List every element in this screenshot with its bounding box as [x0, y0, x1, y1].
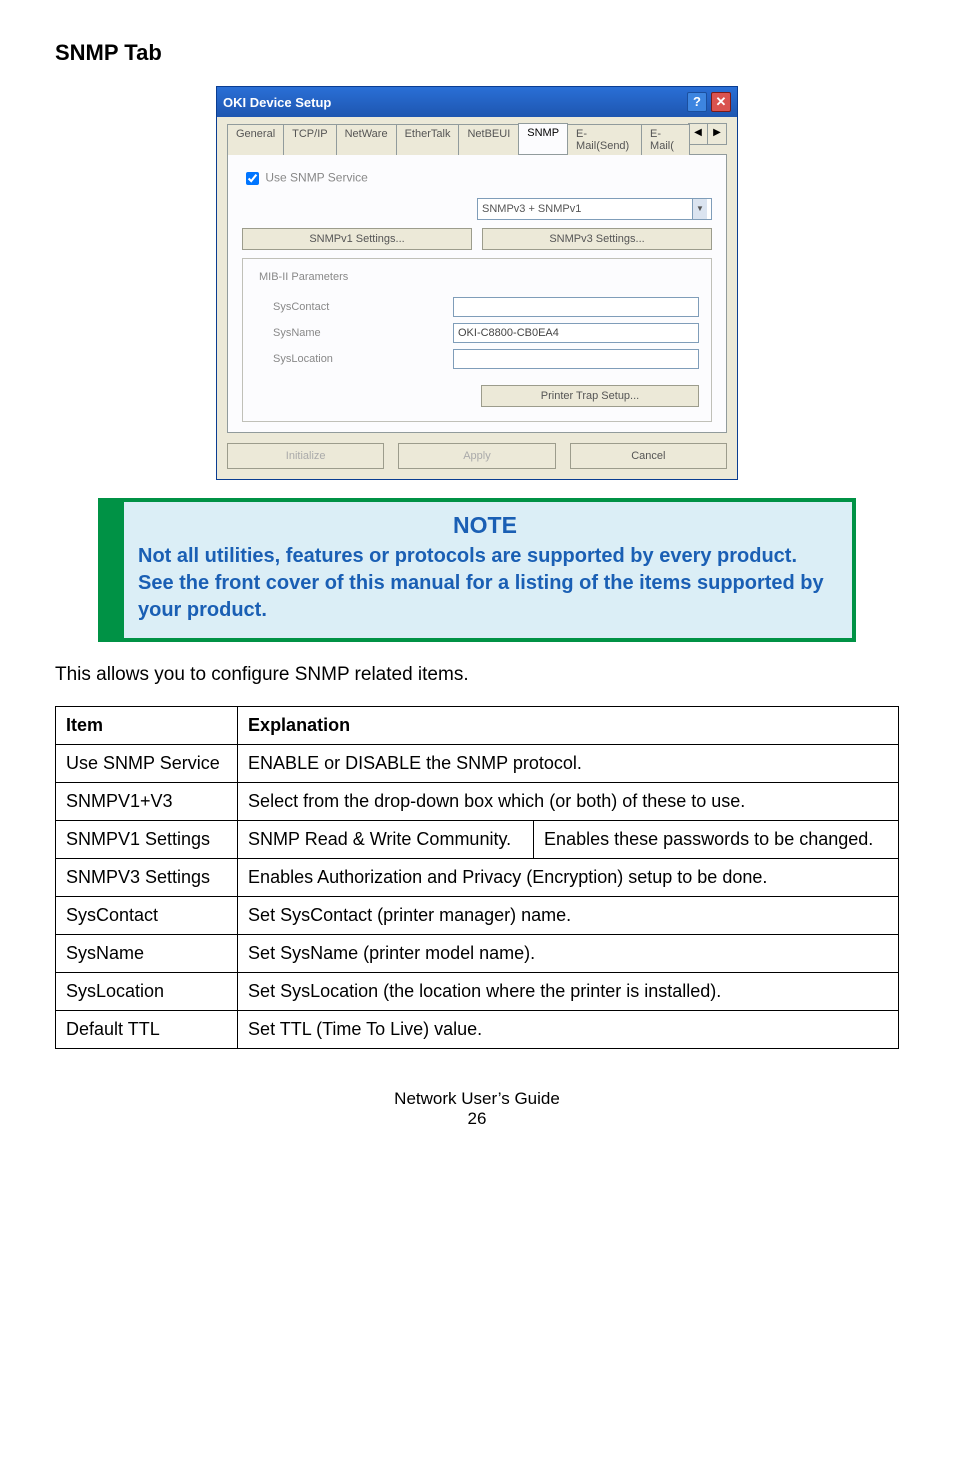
tab-scroll-left[interactable]: ◀: [688, 123, 708, 145]
cell-expl: Enables Authorization and Privacy (Encry…: [238, 859, 899, 897]
dialog-container: OKI Device Setup ? ✕ General TCP/IP NetW…: [55, 86, 899, 480]
table-row: SNMPV3 Settings Enables Authorization an…: [56, 859, 899, 897]
snmp-version-value: SNMPv3 + SNMPv1: [482, 199, 581, 219]
table-row: Default TTL Set TTL (Time To Live) value…: [56, 1011, 899, 1049]
tab-netbeui[interactable]: NetBEUI: [458, 124, 519, 155]
cell-item: SNMPV1+V3: [56, 783, 238, 821]
tab-email-send[interactable]: E-Mail(Send): [567, 124, 642, 155]
tab-general[interactable]: General: [227, 124, 284, 155]
tab-tcpip[interactable]: TCP/IP: [283, 124, 336, 155]
initialize-button[interactable]: Initialize: [227, 443, 384, 469]
oki-device-setup-dialog: OKI Device Setup ? ✕ General TCP/IP NetW…: [216, 86, 738, 480]
note-box: NOTE Not all utilities, features or prot…: [98, 498, 856, 642]
cell-item: SysName: [56, 935, 238, 973]
use-snmp-label: Use SNMP Service: [265, 171, 367, 185]
tab-email-partial[interactable]: E-Mail(: [641, 124, 690, 155]
table-row: Use SNMP Service ENABLE or DISABLE the S…: [56, 745, 899, 783]
close-button[interactable]: ✕: [711, 92, 731, 112]
page-footer: Network User’s Guide 26: [55, 1089, 899, 1129]
table-row: SNMPV1 Settings SNMP Read & Write Commun…: [56, 821, 899, 859]
cancel-button[interactable]: Cancel: [570, 443, 727, 469]
footer-guide: Network User’s Guide: [55, 1089, 899, 1109]
syscontact-label: SysContact: [255, 301, 453, 313]
chevron-down-icon: ▼: [692, 199, 707, 219]
sysname-input[interactable]: OKI-C8800-CB0EA4: [453, 323, 699, 343]
syscontact-input[interactable]: [453, 297, 699, 317]
help-button[interactable]: ?: [687, 92, 707, 112]
snmpv3-settings-button[interactable]: SNMPv3 Settings...: [482, 228, 712, 250]
cell-item: SNMPV1 Settings: [56, 821, 238, 859]
syslocation-input[interactable]: [453, 349, 699, 369]
use-snmp-row: Use SNMP Service: [242, 169, 712, 188]
cell-sub: SNMP Read & Write Community.: [238, 821, 534, 859]
table-row: SysName Set SysName (printer model name)…: [56, 935, 899, 973]
snmp-items-table: Item Explanation Use SNMP Service ENABLE…: [55, 706, 899, 1049]
cell-expl: Set SysName (printer model name).: [238, 935, 899, 973]
snmp-version-select[interactable]: SNMPv3 + SNMPv1 ▼: [477, 198, 712, 220]
cell-item: SysContact: [56, 897, 238, 935]
window-buttons: ? ✕: [687, 92, 731, 112]
mib2-fieldset: MIB-II Parameters SysContact SysName OKI…: [242, 258, 712, 422]
snmpv1-settings-button[interactable]: SNMPv1 Settings...: [242, 228, 472, 250]
cell-item: Use SNMP Service: [56, 745, 238, 783]
dialog-title: OKI Device Setup: [223, 95, 331, 110]
th-item: Item: [56, 707, 238, 745]
note-title: NOTE: [138, 512, 832, 539]
use-snmp-checkbox[interactable]: [246, 172, 259, 185]
table-row: SysContact Set SysContact (printer manag…: [56, 897, 899, 935]
cell-item: SysLocation: [56, 973, 238, 1011]
page-heading: SNMP Tab: [55, 40, 899, 66]
cell-item: SNMPV3 Settings: [56, 859, 238, 897]
intro-text: This allows you to configure SNMP relate…: [55, 664, 899, 686]
cell-item: Default TTL: [56, 1011, 238, 1049]
printer-trap-setup-button[interactable]: Printer Trap Setup...: [481, 385, 699, 407]
titlebar: OKI Device Setup ? ✕: [217, 87, 737, 117]
cell-expl: ENABLE or DISABLE the SNMP protocol.: [238, 745, 899, 783]
cell-expl: Select from the drop-down box which (or …: [238, 783, 899, 821]
note-text: Not all utilities, features or protocols…: [138, 543, 832, 624]
tab-netware[interactable]: NetWare: [336, 124, 397, 155]
cell-expl: Enables these passwords to be changed.: [534, 821, 899, 859]
th-explanation: Explanation: [238, 707, 899, 745]
syslocation-label: SysLocation: [255, 353, 453, 365]
dialog-body: General TCP/IP NetWare EtherTalk NetBEUI…: [217, 117, 737, 479]
tab-ethertalk[interactable]: EtherTalk: [396, 124, 460, 155]
tab-snmp[interactable]: SNMP: [518, 123, 568, 154]
dialog-footer-buttons: Initialize Apply Cancel: [227, 443, 727, 469]
tab-scroll-arrows: ◀ ▶: [689, 123, 727, 154]
sysname-label: SysName: [255, 327, 453, 339]
cell-expl: Set SysLocation (the location where the …: [238, 973, 899, 1011]
apply-button[interactable]: Apply: [398, 443, 555, 469]
footer-page-number: 26: [55, 1109, 899, 1129]
tab-scroll-right[interactable]: ▶: [707, 123, 727, 145]
mib2-legend: MIB-II Parameters: [255, 271, 352, 283]
tab-strip: General TCP/IP NetWare EtherTalk NetBEUI…: [227, 123, 727, 155]
table-row: SNMPV1+V3 Select from the drop-down box …: [56, 783, 899, 821]
cell-expl: Set SysContact (printer manager) name.: [238, 897, 899, 935]
table-row: SysLocation Set SysLocation (the locatio…: [56, 973, 899, 1011]
cell-expl: Set TTL (Time To Live) value.: [238, 1011, 899, 1049]
snmp-panel: Use SNMP Service SNMPv3 + SNMPv1 ▼ SNMPv…: [227, 155, 727, 433]
